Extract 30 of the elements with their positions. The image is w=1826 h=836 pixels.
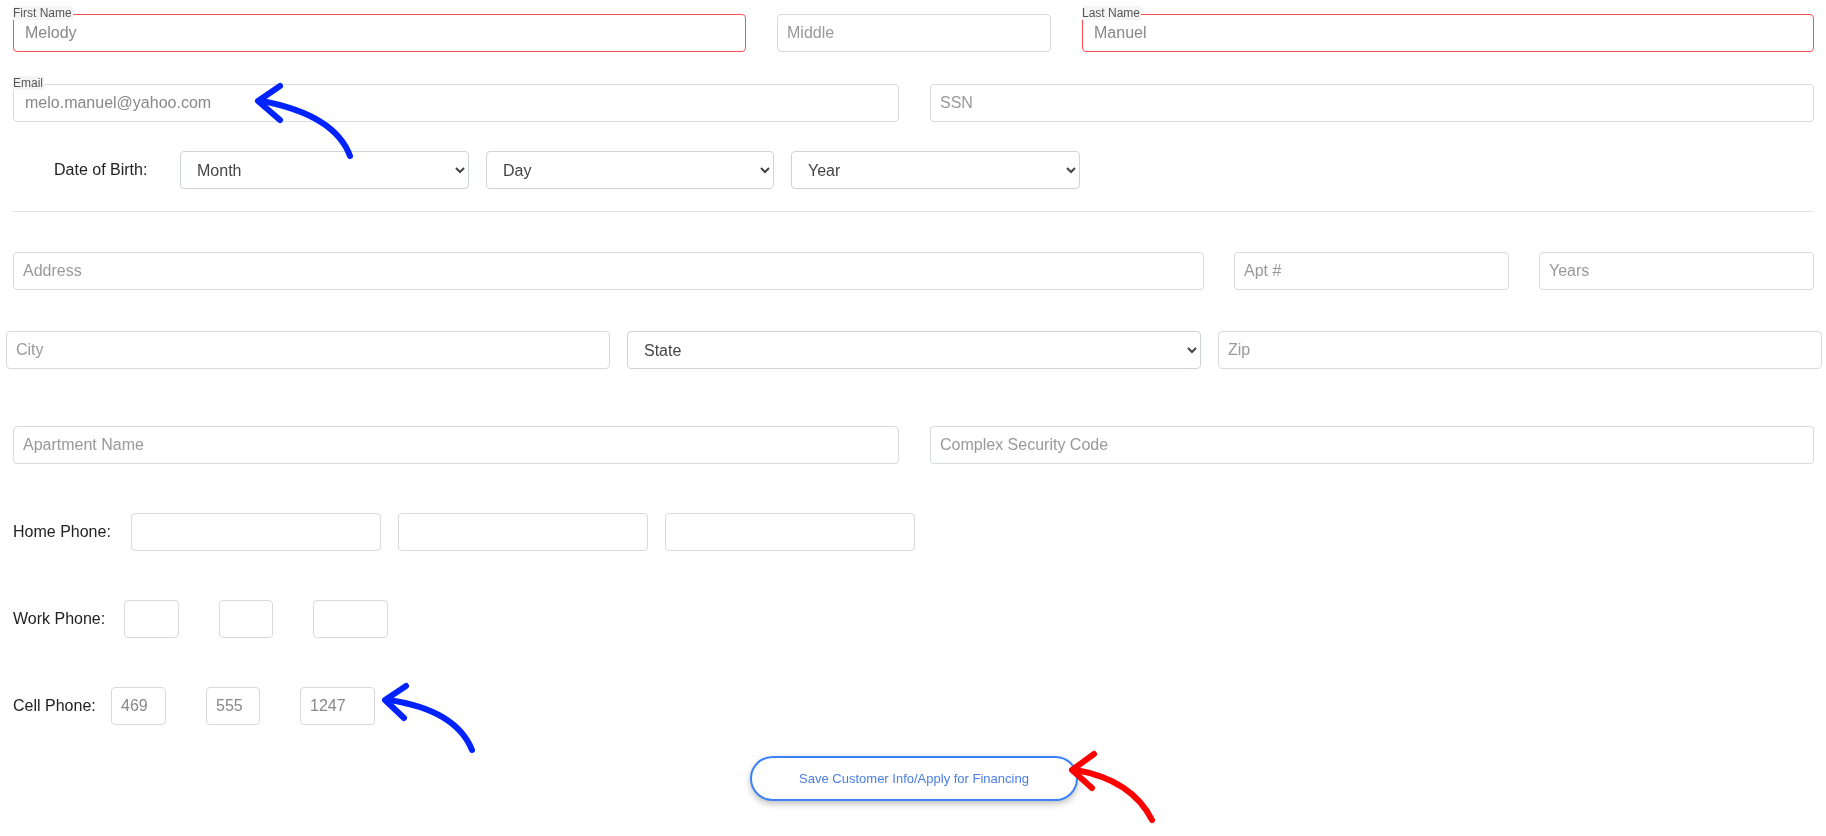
input-field[interactable]: Zip xyxy=(1218,331,1822,369)
input-field[interactable]: 469 xyxy=(111,687,166,725)
input-field[interactable]: Apartment Name xyxy=(13,426,899,464)
input-field[interactable] xyxy=(124,600,179,638)
input-field[interactable]: 1247 xyxy=(300,687,375,725)
field-label: First Name xyxy=(13,6,73,20)
input-field[interactable]: Address xyxy=(13,252,1204,290)
input-field[interactable] xyxy=(398,513,648,551)
field-label: Cell Phone: xyxy=(13,696,96,716)
dropdown-select[interactable]: Day xyxy=(486,151,774,189)
input-field[interactable]: Apt # xyxy=(1234,252,1509,290)
dropdown-select[interactable]: Year xyxy=(791,151,1080,189)
input-field[interactable] xyxy=(665,513,915,551)
input-field[interactable] xyxy=(131,513,381,551)
field-label: Home Phone: xyxy=(13,522,111,542)
dropdown-select[interactable]: Month xyxy=(180,151,469,189)
field-label: Last Name xyxy=(1082,6,1142,20)
save-apply-button[interactable]: Save Customer Info/Apply for Financing xyxy=(750,756,1078,801)
input-field[interactable]: Complex Security Code xyxy=(930,426,1814,464)
field-label: Date of Birth: xyxy=(54,160,149,180)
dropdown-select[interactable]: State xyxy=(627,331,1201,369)
input-field[interactable]: City xyxy=(6,331,610,369)
input-field[interactable]: 555 xyxy=(206,687,260,725)
input-field[interactable] xyxy=(313,600,388,638)
input-field[interactable]: SSN xyxy=(930,84,1814,122)
input-field[interactable]: Years xyxy=(1539,252,1814,290)
input-field[interactable]: Middle xyxy=(777,14,1051,52)
field-label: Work Phone: xyxy=(13,609,106,629)
field-label: Email xyxy=(13,76,44,90)
input-field[interactable] xyxy=(219,600,273,638)
